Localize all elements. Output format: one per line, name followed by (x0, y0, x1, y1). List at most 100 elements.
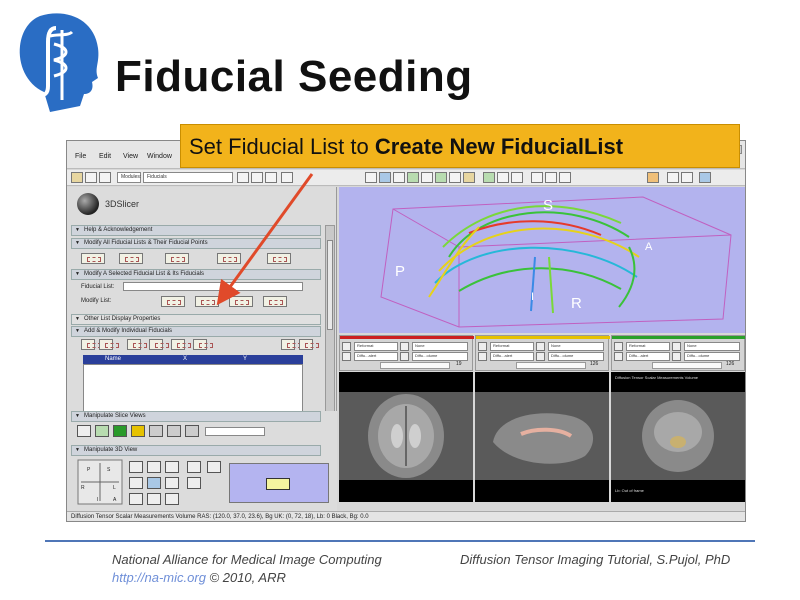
layout-3d-icon[interactable] (379, 172, 391, 183)
screenshot-icon[interactable] (559, 172, 571, 183)
fov-icon[interactable] (185, 425, 199, 437)
zoom-out-icon[interactable] (129, 477, 143, 489)
section-modify-all[interactable]: Modify All Fiducial Lists & Their Fiduci… (71, 238, 321, 249)
link-icon[interactable] (400, 342, 409, 351)
section-slice-views[interactable]: Manipulate Slice Views (71, 411, 321, 422)
lock-all-button[interactable] (119, 253, 143, 264)
offset-slider[interactable] (652, 362, 722, 369)
view-snap-icon[interactable] (165, 493, 179, 505)
redo-icon[interactable] (545, 172, 557, 183)
zoom-in-icon[interactable] (129, 461, 143, 473)
view-box-icon[interactable] (147, 477, 161, 489)
yellow-slice-view[interactable] (475, 372, 609, 502)
history-icon[interactable] (237, 172, 249, 183)
section-3d-view[interactable]: Manipulate 3D View (71, 445, 321, 456)
pin-icon[interactable] (478, 342, 487, 351)
yellow-slice-icon[interactable] (131, 425, 145, 437)
section-add-modify[interactable]: Add & Modify Individual Fiducials (71, 326, 321, 337)
view-stereo-icon[interactable] (147, 493, 161, 505)
data-icon[interactable] (85, 172, 97, 183)
grid-icon[interactable] (149, 425, 163, 437)
offset-slider[interactable] (380, 362, 450, 369)
module-select[interactable]: Fiducials (143, 172, 233, 183)
layout-side-icon[interactable] (449, 172, 461, 183)
view-perspective-icon[interactable] (187, 477, 201, 489)
forward-icon[interactable] (265, 172, 277, 183)
red-slice-view[interactable] (339, 372, 473, 502)
linked-icon[interactable] (167, 425, 181, 437)
delete-all-button[interactable] (217, 253, 241, 264)
link-icon[interactable] (536, 342, 545, 351)
delete-fiducial-button[interactable] (299, 339, 319, 350)
col-x[interactable]: X (183, 356, 187, 362)
select-fiducial-button[interactable] (99, 339, 119, 350)
green-slice-view[interactable]: Diffusion Tensor Scalar Measurements Vol… (611, 372, 745, 502)
home-icon[interactable] (71, 172, 83, 183)
view-rock-icon[interactable] (165, 477, 179, 489)
undo-icon[interactable] (531, 172, 543, 183)
move-fiducial-button[interactable] (127, 339, 147, 350)
background-select[interactable]: Diffu...olume (684, 352, 740, 361)
label-layer-select[interactable]: None (684, 342, 740, 351)
section-other-display[interactable]: Other List Display Properties (71, 314, 321, 325)
pick-icon[interactable] (483, 172, 495, 183)
layout-compare-icon[interactable] (435, 172, 447, 183)
list-visibility-button[interactable] (161, 296, 185, 307)
menu-view[interactable]: View (123, 153, 138, 160)
orientation-select[interactable]: Reformat (626, 342, 670, 351)
menu-edit[interactable]: Edit (99, 153, 111, 160)
navigation-widget[interactable] (229, 463, 329, 503)
reset-view-icon[interactable] (129, 493, 143, 505)
menu-file[interactable]: File (75, 153, 86, 160)
orientation-select[interactable]: Reformat (354, 342, 398, 351)
section-modify-selected[interactable]: Modify A Selected Fiducial List & Its Fi… (71, 269, 321, 280)
remove-all-button[interactable] (267, 253, 291, 264)
up-fiducial-button[interactable] (149, 339, 169, 350)
delete-selected-button[interactable] (281, 339, 301, 350)
pin-icon[interactable] (614, 342, 623, 351)
layout-onered-icon[interactable] (407, 172, 419, 183)
scroll-thumb[interactable] (327, 240, 333, 330)
label-layer-select[interactable]: None (412, 342, 468, 351)
label-layer-select[interactable]: None (548, 342, 604, 351)
select-all-button[interactable] (165, 253, 189, 264)
rotate-icon[interactable] (511, 172, 523, 183)
list-lock-button[interactable] (195, 296, 219, 307)
back-icon[interactable] (251, 172, 263, 183)
save-icon[interactable] (281, 172, 293, 183)
layout-fourup-icon[interactable] (393, 172, 405, 183)
crosshair-icon[interactable] (667, 172, 679, 183)
refresh-icon[interactable] (699, 172, 711, 183)
add-fiducial-button[interactable] (81, 339, 101, 350)
copy-fiducial-button[interactable] (193, 339, 213, 350)
slice-slider[interactable] (205, 427, 265, 436)
list-remove-button[interactable] (263, 296, 287, 307)
menu-window[interactable]: Window (147, 153, 172, 160)
fade-icon[interactable] (536, 352, 545, 361)
eye-icon[interactable] (342, 352, 351, 361)
3d-view[interactable]: S P A R I (339, 187, 745, 333)
fade-icon[interactable] (672, 352, 681, 361)
layout-conventional-icon[interactable] (365, 172, 377, 183)
eye-icon[interactable] (614, 352, 623, 361)
green-view-icon[interactable] (95, 425, 109, 437)
footer-link[interactable]: http://na-mic.org (112, 570, 206, 585)
green-slice-icon[interactable] (113, 425, 127, 437)
view-ortho-icon[interactable] (187, 461, 201, 473)
down-fiducial-button[interactable] (171, 339, 191, 350)
volumes-icon[interactable] (99, 172, 111, 183)
background-select[interactable]: Diffu...olume (412, 352, 468, 361)
col-y[interactable]: Y (243, 356, 247, 362)
section-help[interactable]: Help & Acknowledgement (71, 225, 321, 236)
link-icon[interactable] (672, 342, 681, 351)
pin-icon[interactable] (342, 342, 351, 351)
foreground-select[interactable]: Diffu...alert (354, 352, 398, 361)
visibility-all-button[interactable] (81, 253, 105, 264)
background-select[interactable]: Diffu...olume (548, 352, 604, 361)
offset-slider[interactable] (516, 362, 586, 369)
view-spin-icon[interactable] (165, 461, 179, 473)
foreground-select[interactable]: Diffu...alert (626, 352, 670, 361)
col-name[interactable]: Name (105, 356, 121, 362)
fade-icon[interactable] (400, 352, 409, 361)
view-options-icon[interactable] (207, 461, 221, 473)
